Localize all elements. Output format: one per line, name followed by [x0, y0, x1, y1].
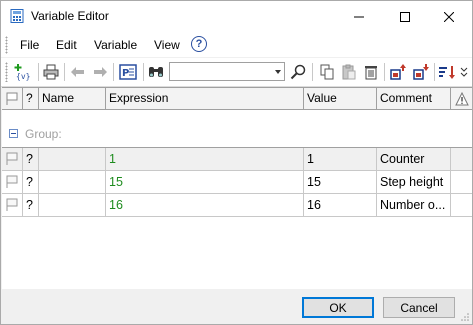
paste-icon[interactable]: [340, 63, 358, 81]
flag-icon: [6, 198, 18, 211]
maximize-icon: [400, 11, 410, 22]
grid-header: ? Name Expression Value Comment: [2, 88, 472, 110]
row-warning: [451, 171, 472, 194]
menu-bar: File Edit Variable View: [1, 32, 472, 57]
toolbar-separator: [38, 63, 39, 81]
row-expression[interactable]: 15: [106, 171, 304, 194]
window-title: Variable Editor: [31, 9, 109, 23]
toolbar-separator: [384, 63, 385, 81]
row-value[interactable]: 15: [304, 171, 377, 194]
row-expression[interactable]: 1: [106, 148, 304, 171]
header-comment[interactable]: Comment: [377, 88, 451, 109]
add-variable-icon[interactable]: {v}: [13, 63, 35, 81]
row-value[interactable]: 16: [304, 194, 377, 217]
title-bar: Variable Editor: [1, 1, 472, 32]
group-label: Group:: [25, 127, 62, 141]
help-icon[interactable]: ?: [191, 36, 207, 52]
move-up-icon[interactable]: [389, 63, 407, 81]
flag-icon: [6, 152, 18, 165]
row-comment[interactable]: Number o...: [377, 194, 451, 217]
chevron-down-icon[interactable]: [275, 70, 281, 74]
row-warning: [451, 148, 472, 171]
row-comment[interactable]: Counter: [377, 148, 451, 171]
header-warning-column[interactable]: [451, 88, 472, 109]
row-q[interactable]: ?: [23, 171, 39, 194]
minimize-icon: [354, 16, 364, 17]
close-icon: [444, 11, 454, 22]
row-comment[interactable]: Step height: [377, 171, 451, 194]
svg-text:{v}: {v}: [16, 72, 30, 81]
sort-icon[interactable]: [438, 63, 456, 81]
collapse-icon[interactable]: [9, 129, 18, 138]
toolbar-grip[interactable]: [5, 62, 8, 82]
svg-text:P: P: [122, 68, 129, 79]
toolbar-overflow-icon[interactable]: [459, 63, 469, 81]
toolbar-separator: [312, 63, 313, 81]
row-flag[interactable]: [2, 171, 23, 194]
resize-grip-icon[interactable]: [460, 312, 470, 322]
header-q[interactable]: ?: [23, 88, 39, 109]
flag-icon: [6, 175, 18, 188]
menu-view[interactable]: View: [154, 38, 180, 52]
row-q[interactable]: ?: [23, 194, 39, 217]
table-row[interactable]: ? 1 1 Counter: [2, 148, 472, 171]
row-warning: [451, 194, 472, 217]
menu-grip[interactable]: [5, 36, 8, 54]
menu-variable[interactable]: Variable: [94, 38, 137, 52]
flag-icon: [6, 92, 18, 105]
toolbar-separator: [113, 63, 114, 81]
minimize-button[interactable]: [336, 1, 382, 32]
toolbar: {v} P: [1, 58, 472, 87]
find-icon[interactable]: [147, 63, 165, 81]
delete-icon[interactable]: [362, 63, 380, 81]
variable-editor-window: Variable Editor File Edit Variable View …: [0, 0, 473, 325]
move-down-icon[interactable]: [412, 63, 430, 81]
toolbar-separator: [143, 63, 144, 81]
cancel-button[interactable]: Cancel: [383, 297, 455, 318]
close-button[interactable]: [426, 1, 472, 32]
variable-grid: ? Name Expression Value Comment Group: ?…: [2, 87, 472, 289]
ok-button[interactable]: OK: [302, 297, 374, 318]
row-name[interactable]: [39, 171, 106, 194]
toolbar-separator: [434, 63, 435, 81]
search-icon[interactable]: [289, 63, 307, 81]
toolbar-separator: [64, 63, 65, 81]
header-expression[interactable]: Expression: [106, 88, 304, 109]
maximize-button[interactable]: [382, 1, 428, 32]
row-flag[interactable]: [2, 148, 23, 171]
calculator-icon: [10, 9, 24, 23]
row-value[interactable]: 1: [304, 148, 377, 171]
row-flag[interactable]: [2, 194, 23, 217]
row-q[interactable]: ?: [23, 148, 39, 171]
header-value[interactable]: Value: [304, 88, 377, 109]
header-name[interactable]: Name: [39, 88, 106, 109]
row-expression[interactable]: 16: [106, 194, 304, 217]
dialog-footer: OK Cancel: [1, 289, 472, 324]
table-row[interactable]: ? 15 15 Step height: [2, 171, 472, 194]
print-icon[interactable]: [42, 63, 60, 81]
search-input[interactable]: [169, 62, 285, 81]
warning-icon: [454, 91, 469, 105]
header-flag-column[interactable]: [2, 88, 23, 109]
row-name[interactable]: [39, 194, 106, 217]
undo-icon[interactable]: [69, 63, 87, 81]
menu-edit[interactable]: Edit: [56, 38, 77, 52]
row-name[interactable]: [39, 148, 106, 171]
group-row[interactable]: Group:: [2, 123, 472, 145]
table-row[interactable]: ? 16 16 Number o...: [2, 194, 472, 217]
properties-icon[interactable]: P: [119, 63, 137, 81]
redo-icon[interactable]: [91, 63, 109, 81]
menu-file[interactable]: File: [20, 38, 39, 52]
copy-icon[interactable]: [318, 63, 336, 81]
